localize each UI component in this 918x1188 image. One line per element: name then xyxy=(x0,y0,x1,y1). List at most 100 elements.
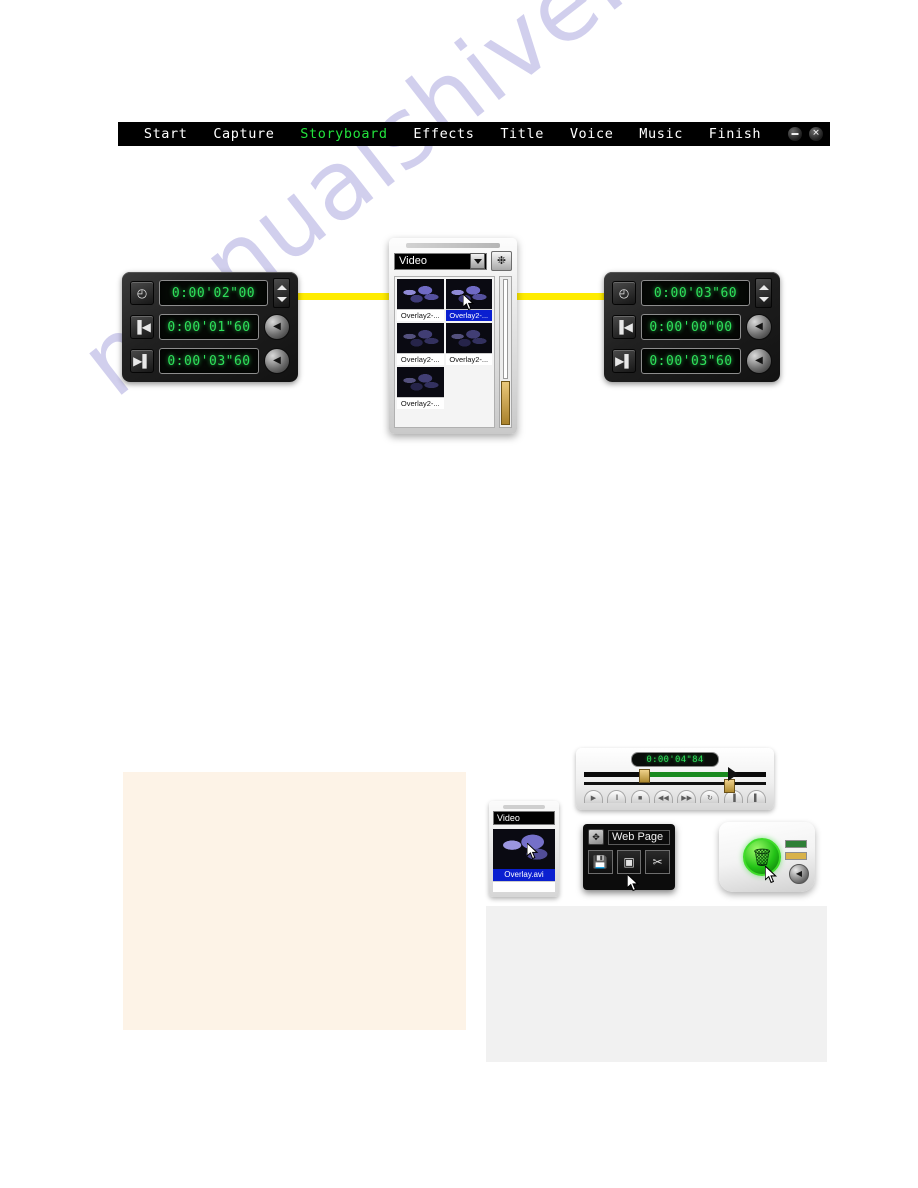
nav-item-finish[interactable]: Finish xyxy=(709,126,761,142)
timecode-display[interactable]: 0:00'01"60 xyxy=(159,314,259,340)
mark-out-button[interactable]: ▌ xyxy=(746,790,766,803)
scrubber-trim-bar[interactable] xyxy=(584,767,766,783)
play-button[interactable]: ▶ xyxy=(584,790,603,803)
library-scrollbar[interactable] xyxy=(499,276,512,428)
recycle-knob[interactable]: ◀ xyxy=(789,864,809,884)
timecode-display[interactable]: 0:00'03"60 xyxy=(159,348,259,374)
note-box-beige xyxy=(123,772,466,1030)
clock-icon[interactable]: ◴ xyxy=(612,281,636,305)
library-thumbnail[interactable]: Overlay2-... xyxy=(397,323,444,365)
thumbnail-label: Overlay2-... xyxy=(397,309,444,321)
scrubber-position-bar[interactable] xyxy=(584,779,766,793)
recycle-bin-icon[interactable]: 🗑 xyxy=(743,838,781,876)
scrubber-selection xyxy=(642,772,730,777)
web-page-title: Web Page xyxy=(608,829,670,845)
thumbnail-image xyxy=(445,279,492,309)
timecode-row: ▶▌ 0:00'03"60 ◀ xyxy=(612,347,772,375)
note-box-gray xyxy=(486,906,827,1062)
library-thumbnail[interactable]: Overlay2-... xyxy=(445,323,492,365)
library-body: Overlay2-... Overlay2-... Overlay2-... Over… xyxy=(394,276,512,428)
nav-item-voice[interactable]: Voice xyxy=(570,126,614,142)
nav-item-music[interactable]: Music xyxy=(639,126,683,142)
mini-library-clip-label: Overlay.avi xyxy=(493,869,555,881)
mark-out-icon[interactable]: ▶▌ xyxy=(130,349,154,373)
main-navbar: Start Capture Storyboard Effects Title Voice M… xyxy=(118,122,830,146)
jog-knob[interactable]: ◀ xyxy=(746,348,772,374)
mark-out-icon[interactable]: ▶▌ xyxy=(612,349,636,373)
jog-knob[interactable]: ◀ xyxy=(264,314,290,340)
status-bar-amber xyxy=(785,852,807,860)
jog-knob[interactable]: ◀ xyxy=(746,314,772,340)
frame-button[interactable]: ▣ xyxy=(616,850,642,874)
nav-item-start[interactable]: Start xyxy=(144,126,188,142)
pause-button[interactable]: ‖ xyxy=(607,790,627,803)
next-frame-button[interactable]: ▶▶ xyxy=(677,790,697,803)
library-thumbnail[interactable]: Overlay2-... xyxy=(397,279,444,321)
mini-library-thumbnail[interactable] xyxy=(493,829,555,869)
library-title-strip xyxy=(406,243,500,248)
web-page-dialog: ✥ Web Page 💾 ▣ ✂ xyxy=(583,824,675,892)
scrollbar-rail xyxy=(503,279,508,379)
clock-icon[interactable]: ◴ xyxy=(130,281,154,305)
trim-panel-right: ◴ 0:00'03"60 ▐◀ 0:00'00"00 ◀ ▶▌ 0:00'03"60 ◀ xyxy=(604,272,780,382)
timecode-value: 0:00'03"60 xyxy=(649,353,733,369)
thumbnail-image xyxy=(445,323,492,353)
media-library-panel: Video ❉ Overlay2-... Overlay2-... Overlay2… xyxy=(389,238,517,434)
timecode-display[interactable]: 0:00'03"60 xyxy=(641,348,741,374)
position-track xyxy=(584,782,766,785)
web-page-button-row: 💾 ▣ ✂ xyxy=(588,850,671,874)
trim-panel-left: ◴ 0:00'02"00 ▐◀ 0:00'01"60 ◀ ▶▌ 0:00'03"60 ◀ xyxy=(122,272,298,382)
timecode-row: ▶▌ 0:00'03"60 ◀ xyxy=(130,347,290,375)
timecode-display[interactable]: 0:00'02"00 xyxy=(159,280,268,306)
timecode-spinner[interactable] xyxy=(755,278,772,308)
jog-knob[interactable]: ◀ xyxy=(264,348,290,374)
web-page-titlebar: ✥ Web Page xyxy=(588,829,670,845)
mini-media-library: Video Overlay.avi xyxy=(489,801,559,897)
timecode-spinner[interactable] xyxy=(273,278,290,308)
library-filter-select[interactable]: Video xyxy=(394,252,487,270)
timecode-value: 0:00'02"00 xyxy=(171,285,256,301)
nav-item-title[interactable]: Title xyxy=(500,126,544,142)
nav-item-storyboard[interactable]: Storyboard xyxy=(300,126,387,142)
timecode-display[interactable]: 0:00'03"60 xyxy=(641,280,750,306)
window-controls xyxy=(787,126,824,142)
chevron-down-icon[interactable] xyxy=(470,253,485,269)
playhead-icon[interactable] xyxy=(727,767,738,781)
scrollbar-thumb[interactable] xyxy=(501,381,510,425)
film-reel-icon[interactable]: ❉ xyxy=(491,251,512,271)
transport-button-row: ▶ ‖ ■ ◀◀ ▶▶ ↻ ▐ ▌ xyxy=(584,790,766,803)
loop-button[interactable]: ↻ xyxy=(700,790,720,803)
save-button[interactable]: 💾 xyxy=(588,850,613,874)
trim-scrubber-panel: 0:00'04"84 ▶ ‖ ■ ◀◀ ▶▶ ↻ ▐ ▌ xyxy=(576,748,774,810)
stop-button[interactable]: ■ xyxy=(630,790,650,803)
close-icon[interactable] xyxy=(808,126,824,142)
thumbnail-label: Overlay2-... xyxy=(445,353,492,365)
mini-library-filter-value: Video xyxy=(497,812,520,823)
manual-page: manualshive.com Start Capture Storyboard Ef… xyxy=(0,0,918,1188)
library-thumbnail[interactable]: Overlay2-... xyxy=(397,367,444,409)
timecode-value: 0:00'01"60 xyxy=(167,319,251,335)
mini-library-filter-select[interactable]: Video xyxy=(493,811,555,825)
thumbnail-label: Overlay2-... xyxy=(445,309,492,321)
minimize-icon[interactable] xyxy=(787,126,803,142)
timecode-row: ▐◀ 0:00'00"00 ◀ xyxy=(612,313,772,341)
mini-library-title-strip xyxy=(503,805,545,809)
mark-in-icon[interactable]: ▐◀ xyxy=(612,315,636,339)
move-handle-icon[interactable]: ✥ xyxy=(588,829,604,845)
trim-out-handle[interactable] xyxy=(724,779,736,793)
library-header: Video ❉ xyxy=(394,251,512,271)
prev-frame-button[interactable]: ◀◀ xyxy=(653,790,673,803)
trim-in-handle[interactable] xyxy=(638,769,650,783)
library-thumbnail[interactable]: Overlay2-... xyxy=(445,279,492,321)
mark-in-icon[interactable]: ▐◀ xyxy=(130,315,154,339)
library-thumbnail-grid: Overlay2-... Overlay2-... Overlay2-... Over… xyxy=(394,276,495,428)
timecode-row: ◴ 0:00'02"00 xyxy=(130,278,290,308)
scrubber-timecode-display: 0:00'04"84 xyxy=(631,752,719,767)
scrubber-timecode-value: 0:00'04"84 xyxy=(646,754,704,765)
cut-button[interactable]: ✂ xyxy=(645,850,671,874)
thumbnail-image xyxy=(397,367,444,397)
timecode-display[interactable]: 0:00'00"00 xyxy=(641,314,741,340)
thumbnail-label: Overlay2-... xyxy=(397,353,444,365)
nav-item-effects[interactable]: Effects xyxy=(413,126,474,142)
nav-item-capture[interactable]: Capture xyxy=(213,126,274,142)
